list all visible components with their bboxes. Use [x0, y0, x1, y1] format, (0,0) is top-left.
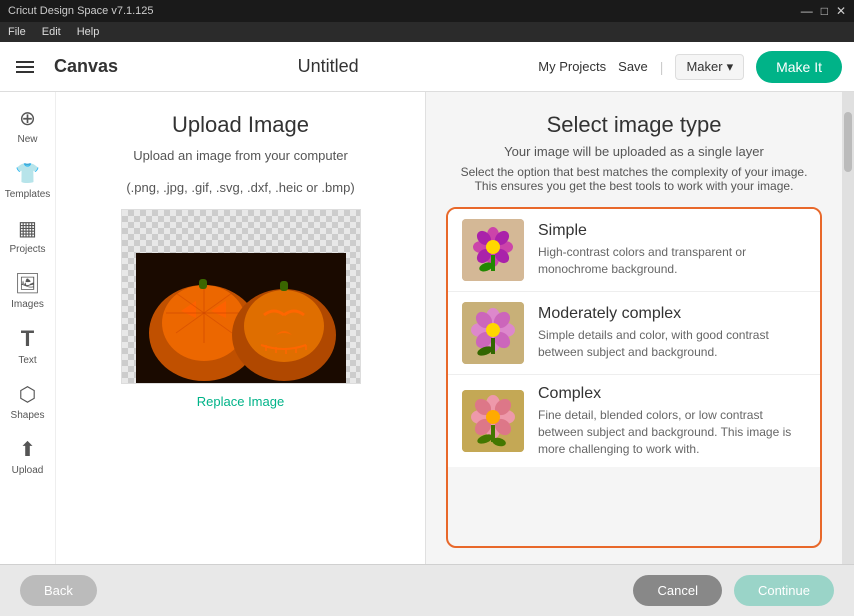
projects-icon: ▦ [18, 216, 37, 241]
upload-preview [121, 209, 361, 384]
title-bar-text: Cricut Design Space v7.1.125 [8, 5, 154, 17]
moderately-flower-svg [462, 302, 524, 364]
app-title: Canvas [54, 56, 118, 77]
select-description: Select the option that best matches the … [446, 165, 822, 193]
scrollbar[interactable] [842, 92, 854, 564]
sidebar-item-templates-label: Templates [5, 189, 51, 200]
app-header: Canvas Untitled My Projects Save | Maker… [0, 42, 854, 92]
sidebar-item-projects[interactable]: ▦ Projects [0, 210, 55, 261]
simple-flower-svg [462, 219, 524, 281]
header-divider: | [660, 59, 664, 75]
simple-option-desc: High-contrast colors and transparent or … [538, 244, 806, 278]
sidebar-item-images[interactable]: 🖼 Images [0, 265, 55, 316]
title-bar: Cricut Design Space v7.1.125 — □ ✕ [0, 0, 854, 22]
moderately-option-desc: Simple details and color, with good cont… [538, 327, 806, 361]
header-right: My Projects Save | Maker ▾ Make It [538, 51, 842, 83]
maximize-button[interactable]: □ [821, 4, 828, 18]
sidebar-item-text-label: Text [18, 355, 36, 366]
option-simple[interactable]: Simple High-contrast colors and transpar… [448, 209, 820, 292]
make-it-button[interactable]: Make It [756, 51, 842, 83]
maker-chevron-icon: ▾ [727, 59, 734, 75]
content-area: Upload Image Upload an image from your c… [56, 92, 854, 564]
menu-file[interactable]: File [8, 26, 26, 38]
minimize-button[interactable]: — [801, 4, 813, 18]
moderately-option-name: Moderately complex [538, 305, 806, 323]
new-icon: ⊕ [19, 106, 36, 131]
complex-thumbnail [462, 390, 524, 452]
select-subtitle: Your image will be uploaded as a single … [446, 144, 822, 159]
moderately-thumbnail [462, 302, 524, 364]
pumpkin-preview-image [136, 253, 346, 383]
text-icon: T [21, 326, 34, 352]
scrollbar-thumb[interactable] [844, 112, 852, 172]
hamburger-button[interactable] [12, 57, 38, 77]
sidebar-item-upload[interactable]: ⬆ Upload [0, 431, 55, 482]
save-button[interactable]: Save [618, 59, 648, 74]
menu-help[interactable]: Help [77, 26, 100, 38]
upload-desc-line2: (.png, .jpg, .gif, .svg, .dxf, .heic or … [126, 178, 354, 198]
shapes-icon: ⬡ [19, 382, 36, 407]
upload-desc-line1: Upload an image from your computer [133, 146, 348, 166]
main-layout: ⊕ New 👕 Templates ▦ Projects 🖼 Images T … [0, 92, 854, 564]
replace-image-link[interactable]: Replace Image [197, 394, 284, 409]
sidebar-item-new[interactable]: ⊕ New [0, 100, 55, 151]
simple-text: Simple High-contrast colors and transpar… [538, 222, 806, 278]
sidebar-item-shapes-label: Shapes [11, 410, 45, 421]
hamburger-line-1 [16, 61, 34, 63]
sidebar-item-projects-label: Projects [9, 244, 45, 255]
simple-thumbnail [462, 219, 524, 281]
menu-edit[interactable]: Edit [42, 26, 61, 38]
cancel-button[interactable]: Cancel [633, 575, 721, 606]
sidebar-item-templates[interactable]: 👕 Templates [0, 155, 55, 206]
simple-option-name: Simple [538, 222, 806, 240]
back-button[interactable]: Back [20, 575, 97, 606]
document-title: Untitled [130, 56, 526, 77]
maker-label: Maker [686, 59, 722, 74]
bottom-bar: Back Cancel Continue [0, 564, 854, 616]
hamburger-line-3 [16, 71, 34, 73]
sidebar-item-shapes[interactable]: ⬡ Shapes [0, 376, 55, 427]
hamburger-line-2 [16, 66, 34, 68]
continue-button[interactable]: Continue [734, 575, 834, 606]
upload-icon: ⬆ [19, 437, 36, 462]
upload-title: Upload Image [172, 112, 309, 138]
complex-option-name: Complex [538, 385, 806, 403]
menu-bar: File Edit Help [0, 22, 854, 42]
sidebar: ⊕ New 👕 Templates ▦ Projects 🖼 Images T … [0, 92, 56, 564]
my-projects-button[interactable]: My Projects [538, 59, 606, 74]
complex-text: Complex Fine detail, blended colors, or … [538, 385, 806, 457]
sidebar-item-text[interactable]: T Text [0, 320, 55, 372]
select-section: Select image type Your image will be upl… [426, 92, 842, 564]
moderately-text: Moderately complex Simple details and co… [538, 305, 806, 361]
title-bar-controls[interactable]: — □ ✕ [801, 4, 846, 18]
complex-flower-svg [462, 390, 524, 452]
select-title: Select image type [446, 112, 822, 138]
option-complex[interactable]: Complex Fine detail, blended colors, or … [448, 375, 820, 467]
maker-dropdown[interactable]: Maker ▾ [675, 54, 744, 80]
images-icon: 🖼 [15, 271, 40, 296]
close-button[interactable]: ✕ [836, 4, 846, 18]
image-type-options: Simple High-contrast colors and transpar… [446, 207, 822, 548]
complex-option-desc: Fine detail, blended colors, or low cont… [538, 407, 806, 457]
sidebar-item-upload-label: Upload [12, 465, 44, 476]
upload-section: Upload Image Upload an image from your c… [56, 92, 426, 564]
templates-icon: 👕 [15, 161, 40, 186]
bottom-right-buttons: Cancel Continue [633, 575, 834, 606]
option-moderately-complex[interactable]: Moderately complex Simple details and co… [448, 292, 820, 375]
sidebar-item-new-label: New [17, 134, 37, 145]
sidebar-item-images-label: Images [11, 299, 44, 310]
